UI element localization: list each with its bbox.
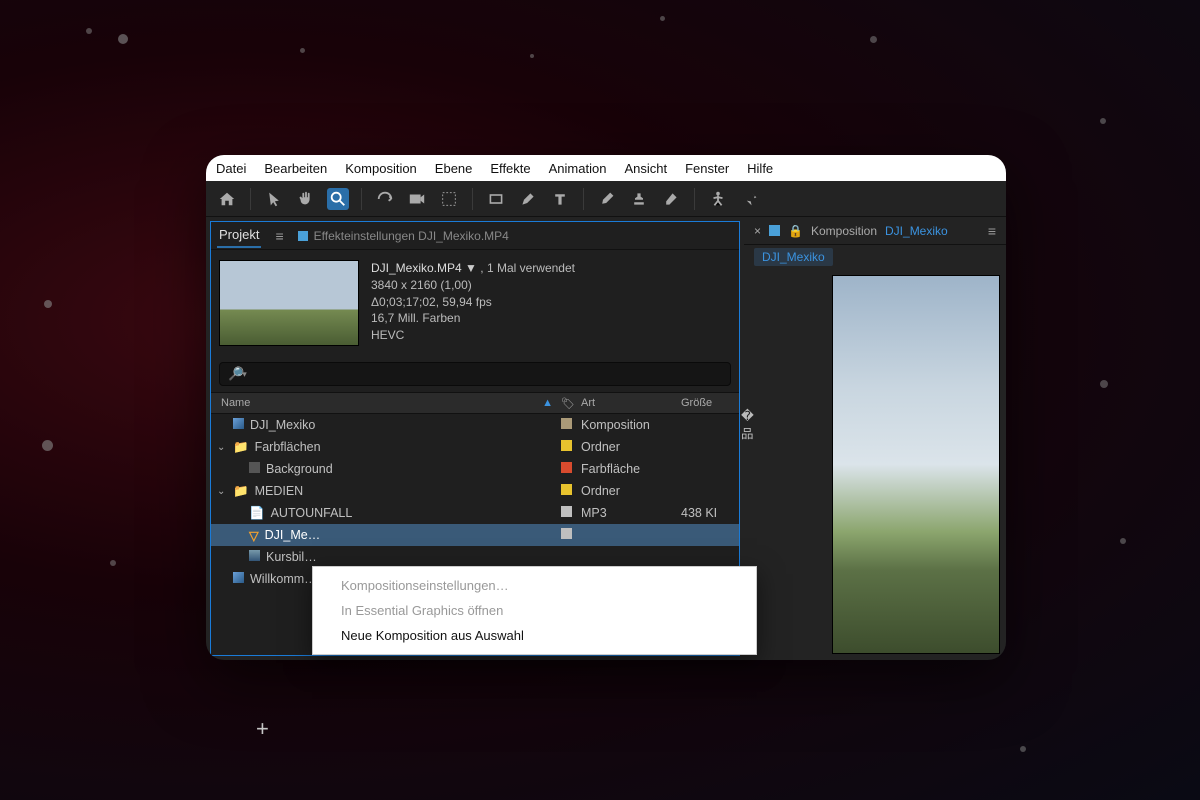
project-row[interactable]: Background Farbfläche (211, 458, 739, 480)
row-name: Kursbil… (266, 550, 317, 564)
type-tool-icon[interactable] (549, 188, 571, 210)
row-name: Background (266, 462, 333, 476)
file-duration: Δ0;03;17;02, 59,94 fps (371, 294, 575, 311)
file-name: DJI_Mexiko.MP4 (371, 261, 462, 275)
row-type-icon (249, 550, 260, 564)
file-info: DJI_Mexiko.MP4 ▼ , 1 Mal verwendet 3840 … (211, 250, 739, 356)
col-art[interactable]: Art (581, 397, 681, 409)
row-name: DJI_Me… (265, 528, 321, 542)
selection-tool-icon[interactable] (263, 188, 285, 210)
menu-hilfe[interactable]: Hilfe (747, 161, 773, 176)
comp-prefix: Komposition (811, 224, 877, 238)
row-name: Willkomm… (250, 572, 317, 586)
row-size: 438 KI (681, 506, 741, 520)
project-row[interactable]: DJI_MexikoKomposition�品 (211, 414, 739, 436)
tag-swatch-icon (561, 484, 572, 495)
tag-swatch-icon (561, 506, 572, 517)
composition-preview[interactable] (750, 275, 1000, 654)
row-type-icon (233, 572, 244, 586)
row-type-icon (249, 462, 260, 476)
row-type: Ordner (581, 484, 681, 498)
zoom-tool-icon[interactable] (327, 188, 349, 210)
column-headers: Name ▲ 🏷 Art Größe (211, 392, 739, 414)
row-type-icon: ▽ (249, 528, 259, 543)
camera-tool-icon[interactable] (406, 188, 428, 210)
sort-arrow-icon[interactable]: ▲ (542, 397, 553, 409)
menu-komposition[interactable]: Komposition (345, 161, 417, 176)
comp-breadcrumb[interactable]: DJI_Mexiko (754, 248, 833, 266)
col-size[interactable]: Größe (681, 397, 741, 409)
comp-swatch-icon (298, 231, 308, 241)
tag-swatch-icon (561, 528, 572, 539)
roi-tool-icon[interactable] (438, 188, 460, 210)
project-tree: DJI_MexikoKomposition�品⌄📁FarbflächenOrdn… (211, 414, 739, 590)
menu-animation[interactable]: Animation (549, 161, 607, 176)
project-row[interactable]: ⌄ 📁 MEDIEN Ordner (211, 480, 739, 502)
row-type-icon: 📁 (233, 484, 249, 499)
col-name[interactable]: Name (221, 397, 250, 409)
row-type-icon: 📄 (249, 506, 265, 521)
context-menu: Kompositionseinstellungen…In Essential G… (312, 566, 757, 655)
expand-arrow-icon[interactable]: ⌄ (217, 486, 227, 497)
comp-icon (769, 225, 780, 236)
tag-swatch-icon (561, 440, 572, 451)
row-type-icon (233, 418, 244, 432)
toolbar (206, 181, 1006, 217)
menu-ebene[interactable]: Ebene (435, 161, 473, 176)
close-tab-icon[interactable]: × (754, 224, 761, 238)
menubar: Datei Bearbeiten Komposition Ebene Effek… (206, 155, 1006, 181)
file-codec: HEVC (371, 327, 575, 344)
project-row[interactable]: Kursbil… (211, 546, 739, 568)
puppet-tool-icon[interactable] (707, 188, 729, 210)
project-row[interactable]: 📄 AUTOUNFALL MP3438 KI (211, 502, 739, 524)
cursor-crosshair-icon: + (256, 716, 269, 742)
home-icon[interactable] (216, 188, 238, 210)
tag-swatch-icon (561, 418, 572, 429)
row-name: DJI_Mexiko (250, 418, 315, 432)
search-input[interactable]: 🔎 ▾ (219, 362, 731, 386)
pin-tool-icon[interactable] (739, 188, 761, 210)
file-resolution: 3840 x 2160 (1,00) (371, 277, 575, 294)
row-name: AUTOUNFALL (271, 506, 353, 520)
row-type: Ordner (581, 440, 681, 454)
project-row[interactable]: ⌄ 📁 Farbflächen Ordner (211, 436, 739, 458)
composition-panel: × 🔒 Komposition DJI_Mexiko ≡ DJI_Mexiko (744, 217, 1006, 660)
dropdown-arrow-icon[interactable]: ▼ (465, 261, 477, 275)
menu-fenster[interactable]: Fenster (685, 161, 729, 176)
file-usage: , 1 Mal verwendet (480, 261, 575, 275)
row-type-icon: 📁 (233, 440, 249, 455)
expand-arrow-icon[interactable]: ⌄ (217, 442, 227, 453)
row-name: Farbflächen (255, 440, 321, 454)
context-menu-item: In Essential Graphics öffnen (313, 598, 756, 623)
row-name: MEDIEN (255, 484, 304, 498)
context-menu-item[interactable]: Neue Komposition aus Auswahl (313, 623, 756, 648)
preview-image (832, 275, 1000, 654)
project-row[interactable]: ▽ DJI_Me… (211, 524, 739, 546)
menu-effekte[interactable]: Effekte (490, 161, 530, 176)
tag-swatch-icon (561, 462, 572, 473)
row-type: Komposition (581, 418, 681, 432)
rectangle-tool-icon[interactable] (485, 188, 507, 210)
comp-name[interactable]: DJI_Mexiko (885, 224, 948, 238)
file-colors: 16,7 Mill. Farben (371, 310, 575, 327)
tab-effect-settings[interactable]: Effekteinstellungen DJI_Mexiko.MP4 (298, 229, 509, 243)
lock-icon[interactable]: 🔒 (788, 224, 803, 238)
menu-ansicht[interactable]: Ansicht (624, 161, 667, 176)
menu-bearbeiten[interactable]: Bearbeiten (264, 161, 327, 176)
context-menu-item: Kompositionseinstellungen… (313, 573, 756, 598)
pen-tool-icon[interactable] (517, 188, 539, 210)
panel-menu-icon[interactable]: ≡ (988, 223, 996, 239)
clone-stamp-tool-icon[interactable] (628, 188, 650, 210)
file-thumbnail (219, 260, 359, 346)
menu-datei[interactable]: Datei (216, 161, 246, 176)
row-type: Farbfläche (581, 462, 681, 476)
eraser-tool-icon[interactable] (660, 188, 682, 210)
col-tag-icon[interactable]: 🏷 (561, 397, 581, 410)
orbit-tool-icon[interactable] (374, 188, 396, 210)
brush-tool-icon[interactable] (596, 188, 618, 210)
tab-project[interactable]: Projekt (217, 223, 261, 248)
row-type: MP3 (581, 506, 681, 520)
hand-tool-icon[interactable] (295, 188, 317, 210)
panel-menu-icon[interactable]: ≡ (275, 228, 283, 244)
